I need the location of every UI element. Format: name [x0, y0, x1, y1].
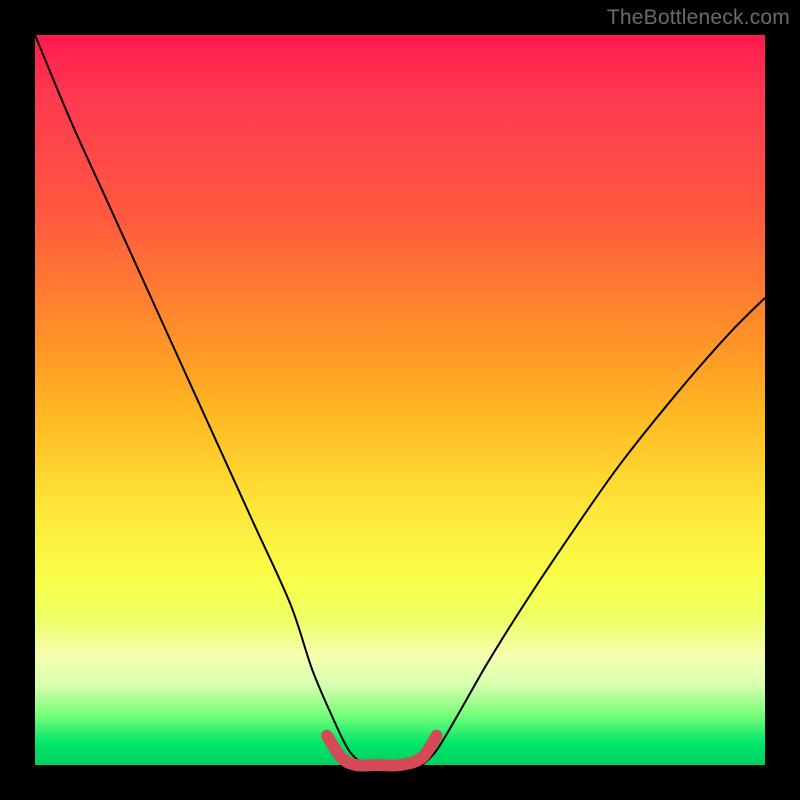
plot-area	[35, 35, 765, 765]
left-curve	[35, 35, 364, 765]
watermark-text: TheBottleneck.com	[607, 6, 790, 30]
right-curve	[422, 298, 765, 765]
chart-frame: TheBottleneck.com	[0, 0, 800, 800]
chart-svg	[35, 35, 765, 765]
